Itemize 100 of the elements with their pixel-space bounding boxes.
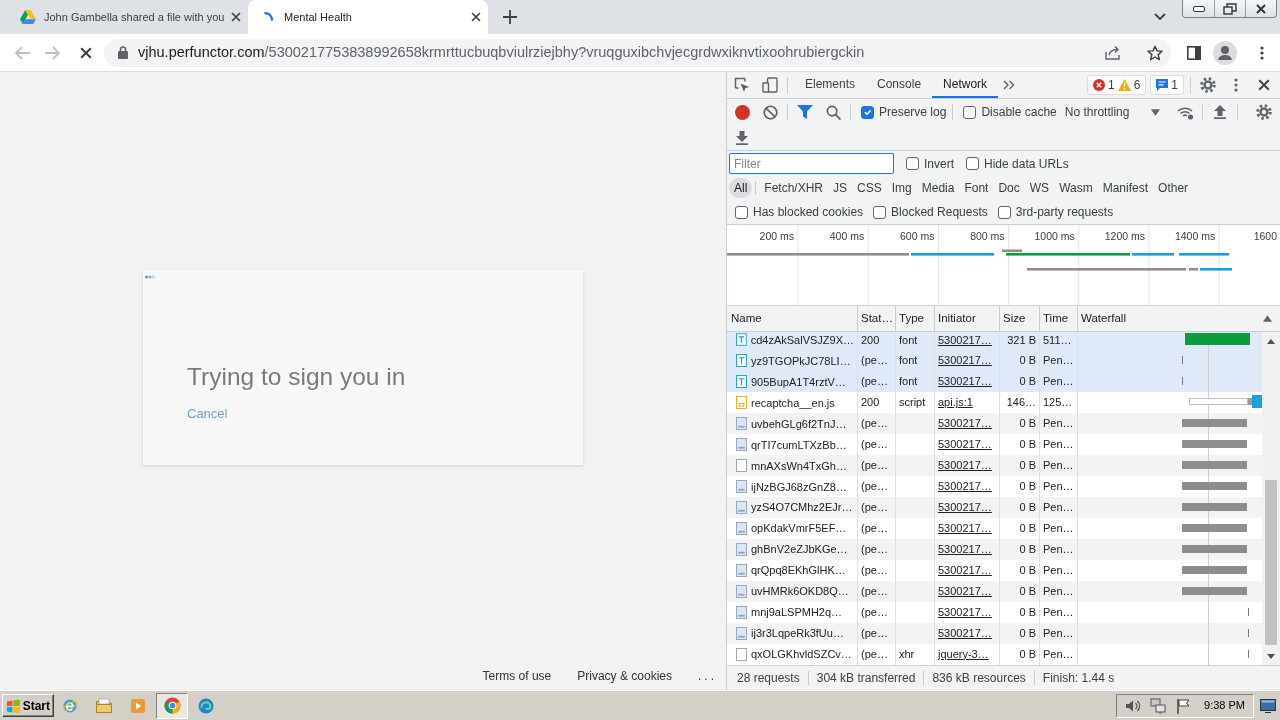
- blank-file-icon: [736, 647, 747, 661]
- window-close-button[interactable]: [1245, 0, 1276, 17]
- table-row[interactable]: cd4zAkSalVSJZ9X… 200 font 5300217… 321 B 511…: [727, 332, 1262, 351]
- footer-link[interactable]: ...: [698, 669, 717, 684]
- network-settings-button[interactable]: [1253, 101, 1275, 123]
- device-toolbar-button[interactable]: [759, 74, 781, 96]
- table-row[interactable]: ij3r3LqpeRk3fUu… (pe… 5300217… 0 B Pen…: [727, 622, 1262, 644]
- network-icon: [1150, 697, 1167, 714]
- restore-icon: [1223, 2, 1237, 15]
- type-filter[interactable]: WS: [1024, 178, 1055, 198]
- folder-icon: [96, 698, 112, 713]
- flag-icon: [1175, 697, 1192, 714]
- request-name: uvHMRk6OKD8Q…: [751, 584, 849, 600]
- chevron-down-icon: [1154, 13, 1166, 21]
- column-header[interactable]: Type: [896, 306, 935, 331]
- browser-tab[interactable]: Mental Health: [248, 0, 488, 34]
- status-text: (pe…: [858, 538, 896, 560]
- table-row[interactable]: uvHMRk6OKD8Q… (pe… 5300217… 0 B Pen…: [727, 580, 1262, 602]
- waterfall-bar: [1182, 565, 1247, 574]
- request-name: ghBnV2eZJbKGe…: [751, 542, 848, 558]
- initiator-link[interactable]: 5300217…: [935, 580, 1000, 602]
- column-header[interactable]: Initiator: [935, 306, 1000, 331]
- table-row[interactable]: yz9TGOPkJC78LI… (pe… font 5300217… 0 B Pen…: [727, 350, 1262, 372]
- start-button[interactable]: Start: [2, 694, 54, 717]
- initiator-link[interactable]: 5300217…: [935, 517, 1000, 539]
- restore-button[interactable]: [1214, 0, 1245, 17]
- status-text: (pe…: [858, 580, 896, 602]
- checkbox[interactable]: [873, 205, 887, 219]
- minimize-button[interactable]: [1183, 0, 1214, 17]
- type-filter[interactable]: Font: [959, 178, 994, 198]
- initiator-link[interactable]: 5300217…: [935, 497, 1000, 518]
- back-arrow-icon: [14, 45, 30, 60]
- message-icon: [1156, 79, 1169, 91]
- column-header[interactable]: Time: [1040, 306, 1078, 331]
- panel-tab[interactable]: Console: [866, 72, 933, 98]
- upload-icon: [1214, 105, 1227, 119]
- column-header[interactable]: Waterfall: [1078, 306, 1280, 331]
- profile-button[interactable]: [1211, 38, 1239, 67]
- request-name: yz9TGOPkJC78LI…: [751, 353, 851, 369]
- initiator-link[interactable]: 5300217…: [935, 559, 1000, 581]
- table-row[interactable]: 905BupA1T4rztV… (pe… font 5300217… 0 B Pen…: [727, 371, 1262, 393]
- type-filter[interactable]: Fetch/XHR: [759, 178, 829, 198]
- footer-link[interactable]: Terms of use: [482, 669, 552, 684]
- size-text: 0 B: [1000, 601, 1040, 623]
- type-filter[interactable]: Doc: [993, 178, 1025, 198]
- table-row[interactable]: uvbehGLg6f2TnJ… (pe… 5300217… 0 B Pen…: [727, 413, 1262, 435]
- initiator-link[interactable]: 5300217…: [935, 601, 1000, 623]
- timeline-bar: [1200, 268, 1232, 271]
- lock-icon: [118, 46, 128, 59]
- taskbar-app-button[interactable]: [156, 692, 188, 719]
- type-filter[interactable]: CSS: [852, 178, 887, 198]
- checkbox[interactable]: [997, 205, 1011, 219]
- column-header[interactable]: Name: [727, 306, 858, 331]
- caret-down-icon: [1267, 653, 1275, 659]
- checkbox[interactable]: [861, 105, 874, 119]
- initiator-link[interactable]: 5300217…: [935, 538, 1000, 560]
- initiator-link[interactable]: jquery-3…: [935, 643, 1000, 665]
- play-icon: [130, 697, 146, 714]
- type-filter[interactable]: All: [729, 178, 753, 198]
- address-bar[interactable]: vjhu.perfunctor.com/5300217753838992658krmrttucbuqbviulrziejbhy?vruqguxibchvjecgrdwxiknvtixoohrubiergckin: [104, 38, 1171, 67]
- script-file-icon: [736, 396, 747, 410]
- clear-icon: [762, 104, 778, 120]
- checkbox[interactable]: [735, 205, 748, 219]
- type-filter[interactable]: Wasm: [1054, 178, 1098, 198]
- column-header[interactable]: Size: [1000, 306, 1040, 331]
- timeline-bar: [1132, 253, 1174, 256]
- panel-tab[interactable]: Elements: [794, 72, 867, 98]
- size-text: 0 B: [1000, 538, 1040, 560]
- column-header[interactable]: Stat…: [858, 306, 896, 331]
- messages-button[interactable]: 1: [1150, 75, 1184, 95]
- table-row[interactable]: yzS4O7CMhz2EJr… (pe… 5300217… 0 B Pen…: [727, 497, 1262, 518]
- scrollbar-thumb[interactable]: [1265, 480, 1277, 645]
- size-text: 0 B: [1000, 517, 1040, 539]
- type-filter[interactable]: Media: [916, 178, 960, 198]
- checkbox[interactable]: [966, 157, 979, 170]
- table-row[interactable]: mnAXsWn4TxGh… (pe… 5300217… 0 B Pen…: [727, 455, 1262, 477]
- error-icon: [1092, 79, 1105, 91]
- type-filter[interactable]: Img: [886, 178, 917, 198]
- filter-field[interactable]: Filter: [729, 153, 894, 174]
- checkbox[interactable]: [963, 105, 977, 119]
- status-heading: Trying to sign you in: [187, 363, 406, 391]
- plus-icon: [503, 10, 517, 24]
- minimize-icon: [1192, 5, 1205, 12]
- waterfall-bar: [1185, 332, 1250, 345]
- type-filter[interactable]: JS: [828, 178, 853, 198]
- document-icon: [736, 563, 747, 577]
- initiator-link[interactable]: 5300217…: [935, 622, 1000, 644]
- footer-link[interactable]: Privacy & cookies: [577, 669, 672, 684]
- settings-button[interactable]: [1197, 74, 1219, 96]
- type-filter[interactable]: Manifest: [1097, 178, 1154, 198]
- table-row[interactable]: ghBnV2eZJbKGe… (pe… 5300217… 0 B Pen…: [727, 538, 1262, 560]
- e-globe-icon: [62, 697, 78, 714]
- kebab-icon: [1234, 78, 1238, 92]
- issues-button[interactable]: 1 6: [1086, 75, 1147, 95]
- browser-tab[interactable]: John Gambella shared a file with you: [8, 0, 248, 34]
- checkbox[interactable]: [906, 157, 919, 170]
- throttling-dropdown[interactable]: No throttling: [1060, 103, 1165, 121]
- status-text: (pe…: [858, 622, 896, 644]
- type-filter[interactable]: Other: [1153, 178, 1194, 198]
- status-text: (pe…: [858, 601, 896, 623]
